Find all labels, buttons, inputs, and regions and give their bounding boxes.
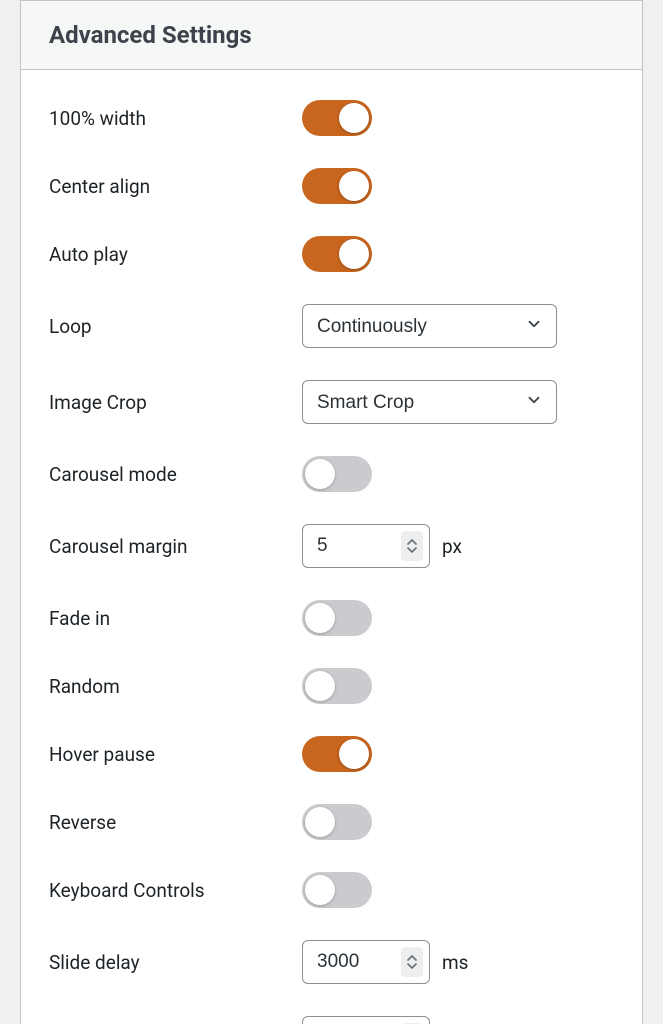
panel-title: Advanced Settings — [49, 21, 614, 49]
toggle-center-align[interactable] — [302, 168, 372, 204]
label-slide-delay: Slide delay — [49, 951, 302, 974]
unit-slide-delay: ms — [442, 951, 468, 974]
unit-carousel-margin: px — [442, 535, 462, 558]
select-loop[interactable]: Continuously — [302, 304, 557, 348]
row-slide-delay: Slide delay ms — [49, 940, 614, 984]
label-auto-play: Auto play — [49, 243, 302, 266]
label-keyboard: Keyboard Controls — [49, 879, 302, 902]
stepper-carousel-margin[interactable] — [401, 531, 423, 561]
label-image-crop: Image Crop — [49, 391, 302, 414]
toggle-random[interactable] — [302, 668, 372, 704]
row-center-align: Center align — [49, 168, 614, 204]
row-full-width: 100% width — [49, 100, 614, 136]
label-reverse: Reverse — [49, 811, 302, 834]
label-hover-pause: Hover pause — [49, 743, 302, 766]
label-carousel-margin: Carousel margin — [49, 535, 302, 558]
row-loop: Loop Continuously — [49, 304, 614, 348]
row-reverse: Reverse — [49, 804, 614, 840]
input-carousel-margin[interactable] — [303, 534, 373, 558]
row-random: Random — [49, 668, 614, 704]
select-image-crop[interactable]: Smart Crop — [302, 380, 557, 424]
label-full-width: 100% width — [49, 107, 302, 130]
toggle-keyboard[interactable] — [302, 872, 372, 908]
stepper-slide-delay[interactable] — [401, 947, 423, 977]
toggle-reverse[interactable] — [302, 804, 372, 840]
label-loop: Loop — [49, 315, 302, 338]
panel-header: Advanced Settings — [21, 0, 642, 70]
label-random: Random — [49, 675, 302, 698]
toggle-fade-in[interactable] — [302, 600, 372, 636]
input-slide-delay[interactable] — [303, 950, 373, 974]
label-fade-in: Fade in — [49, 607, 302, 630]
toggle-auto-play[interactable] — [302, 236, 372, 272]
toggle-full-width[interactable] — [302, 100, 372, 136]
label-center-align: Center align — [49, 175, 302, 198]
row-carousel-mode: Carousel mode — [49, 456, 614, 492]
toggle-carousel-mode[interactable] — [302, 456, 372, 492]
row-hover-pause: Hover pause — [49, 736, 614, 772]
row-anim-speed: Animation speed ms — [49, 1016, 614, 1024]
label-carousel-mode: Carousel mode — [49, 463, 302, 486]
row-keyboard: Keyboard Controls — [49, 872, 614, 908]
row-image-crop: Image Crop Smart Crop — [49, 380, 614, 424]
row-carousel-margin: Carousel margin px — [49, 524, 614, 568]
row-auto-play: Auto play — [49, 236, 614, 272]
advanced-settings-panel: Advanced Settings 100% width Center alig… — [20, 0, 643, 1024]
panel-body: 100% width Center align Auto play — [21, 70, 642, 1024]
row-fade-in: Fade in — [49, 600, 614, 636]
toggle-hover-pause[interactable] — [302, 736, 372, 772]
